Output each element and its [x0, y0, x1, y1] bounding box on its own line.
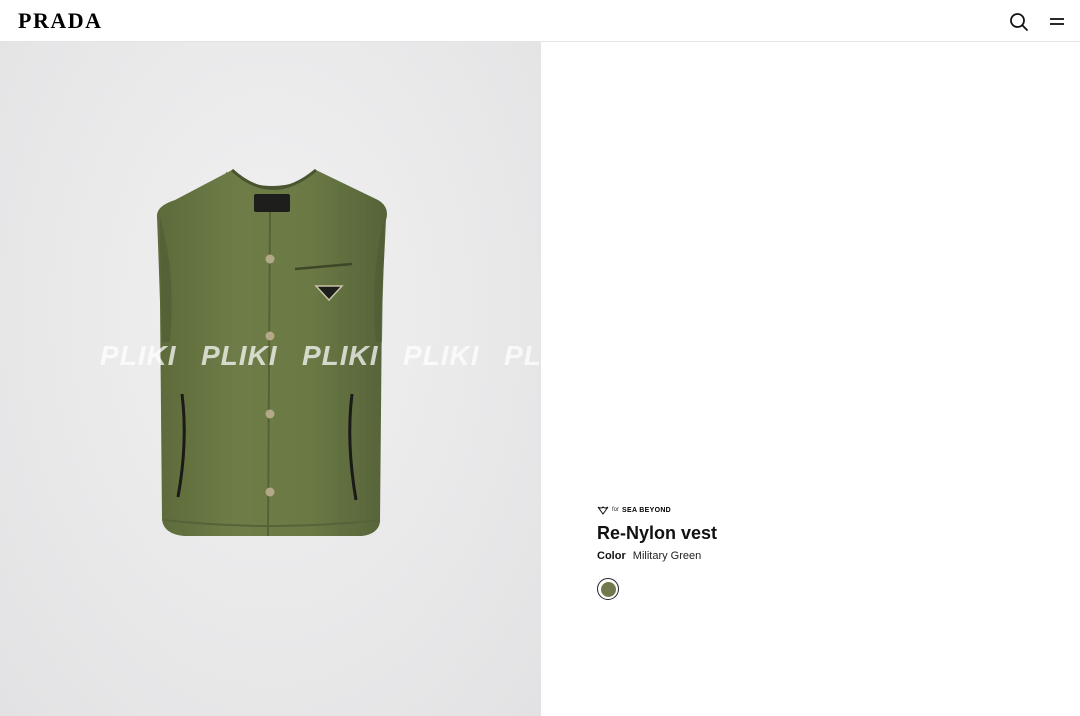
collection-name: SEA BEYOND — [622, 506, 672, 514]
watermark-text: PLIKI — [403, 340, 480, 371]
product-name: Re-Nylon vest — [597, 523, 718, 543]
menu-button[interactable] — [1046, 11, 1068, 33]
product-image-panel[interactable]: PLIKI PLIKI PLIKI PLIKI PLIKI — [0, 42, 541, 716]
color-swatch[interactable] — [597, 578, 619, 600]
product-image — [156, 168, 387, 537]
collection-tag[interactable]: for SEA BEYOND — [597, 505, 1037, 515]
prada-logo[interactable]: PRADA — [18, 9, 103, 33]
menu-icon — [1050, 18, 1064, 25]
watermark: PLIKI PLIKI PLIKI PLIKI PLIKI — [100, 340, 541, 372]
heart-icon — [597, 505, 609, 515]
watermark-text: PLIKI — [100, 340, 177, 371]
product-info: for SEA BEYOND Re-Nylon vest Color Milit… — [597, 505, 1037, 600]
color-row: Color Military Green — [597, 549, 1037, 563]
watermark-text: PLIKI — [201, 340, 278, 371]
watermark-text: PLIKI — [302, 340, 379, 371]
color-swatch-dot — [600, 581, 616, 597]
color-label: Color — [597, 550, 626, 562]
search-icon — [1010, 13, 1028, 31]
watermark-text: PLIKI — [504, 340, 541, 371]
site-header: PRADA — [0, 0, 1080, 42]
color-value: Military Green — [632, 550, 702, 562]
search-button[interactable] — [1008, 11, 1030, 33]
collection-for: for — [612, 507, 620, 513]
